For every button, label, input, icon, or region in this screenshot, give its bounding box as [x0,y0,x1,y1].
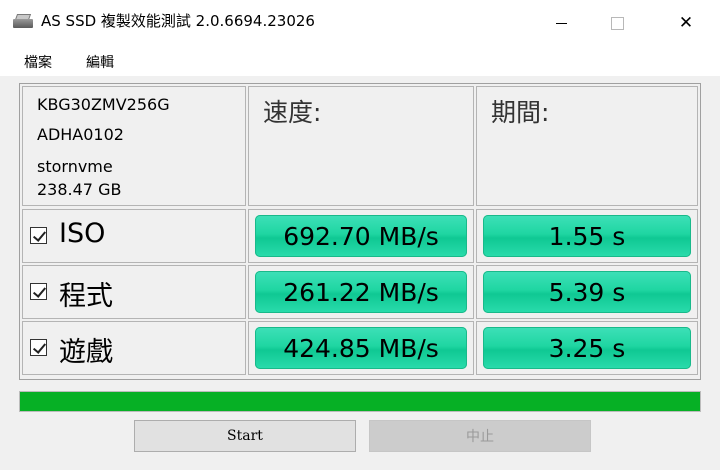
row-label-text: 遊戲 [59,337,113,368]
speed-value: 692.70 MB/s [255,215,467,257]
speed-value: 261.22 MB/s [255,271,467,313]
time-cell-iso: 1.55 s [476,209,698,263]
progress-bar [19,391,701,412]
row-label-game: 遊戲 [22,321,246,375]
row-label-iso: ISO [22,209,246,263]
speed-cell-program: 261.22 MB/s [248,265,474,319]
speed-value: 424.85 MB/s [255,327,467,369]
row-label-text: ISO [59,218,106,249]
time-header-label: 期間: [491,98,550,127]
drive-size: 238.47 GB [37,180,122,199]
time-value: 1.55 s [483,215,691,257]
checkbox-game[interactable] [30,339,47,356]
minimize-button[interactable] [538,0,584,46]
time-value: 5.39 s [483,271,691,313]
start-button[interactable]: Start [134,420,356,452]
speed-header-label: 速度: [263,98,322,127]
close-button[interactable]: ✕ [663,0,709,46]
stop-button[interactable]: 中止 [369,420,591,452]
row-label-text: 程式 [59,281,113,312]
row-label-program: 程式 [22,265,246,319]
checkbox-iso[interactable] [30,227,47,244]
drive-model: KBG30ZMV256G [37,95,170,114]
time-cell-program: 5.39 s [476,265,698,319]
time-cell-game: 3.25 s [476,321,698,375]
progress-fill [20,392,700,411]
drive-driver: stornvme [37,157,113,176]
close-icon: ✕ [678,13,694,33]
menu-file[interactable]: 檔案 [24,52,52,72]
drive-firmware: ADHA0102 [37,125,124,144]
hard-drive-icon [13,13,33,29]
time-header: 期間: [476,86,698,206]
maximize-button[interactable] [594,0,640,46]
time-value: 3.25 s [483,327,691,369]
speed-cell-iso: 692.70 MB/s [248,209,474,263]
speed-header: 速度: [248,86,474,206]
checkbox-program[interactable] [30,283,47,300]
drive-info: KBG30ZMV256G ADHA0102 stornvme 238.47 GB [22,86,246,206]
menu-edit[interactable]: 編輯 [86,52,114,72]
results-panel: KBG30ZMV256G ADHA0102 stornvme 238.47 GB… [19,83,701,380]
speed-cell-game: 424.85 MB/s [248,321,474,375]
menu-bar: 檔案 編輯 [0,46,720,76]
window-title: AS SSD 複製效能測試 2.0.6694.23026 [41,12,315,30]
title-bar: AS SSD 複製效能測試 2.0.6694.23026 ✕ [0,0,720,46]
